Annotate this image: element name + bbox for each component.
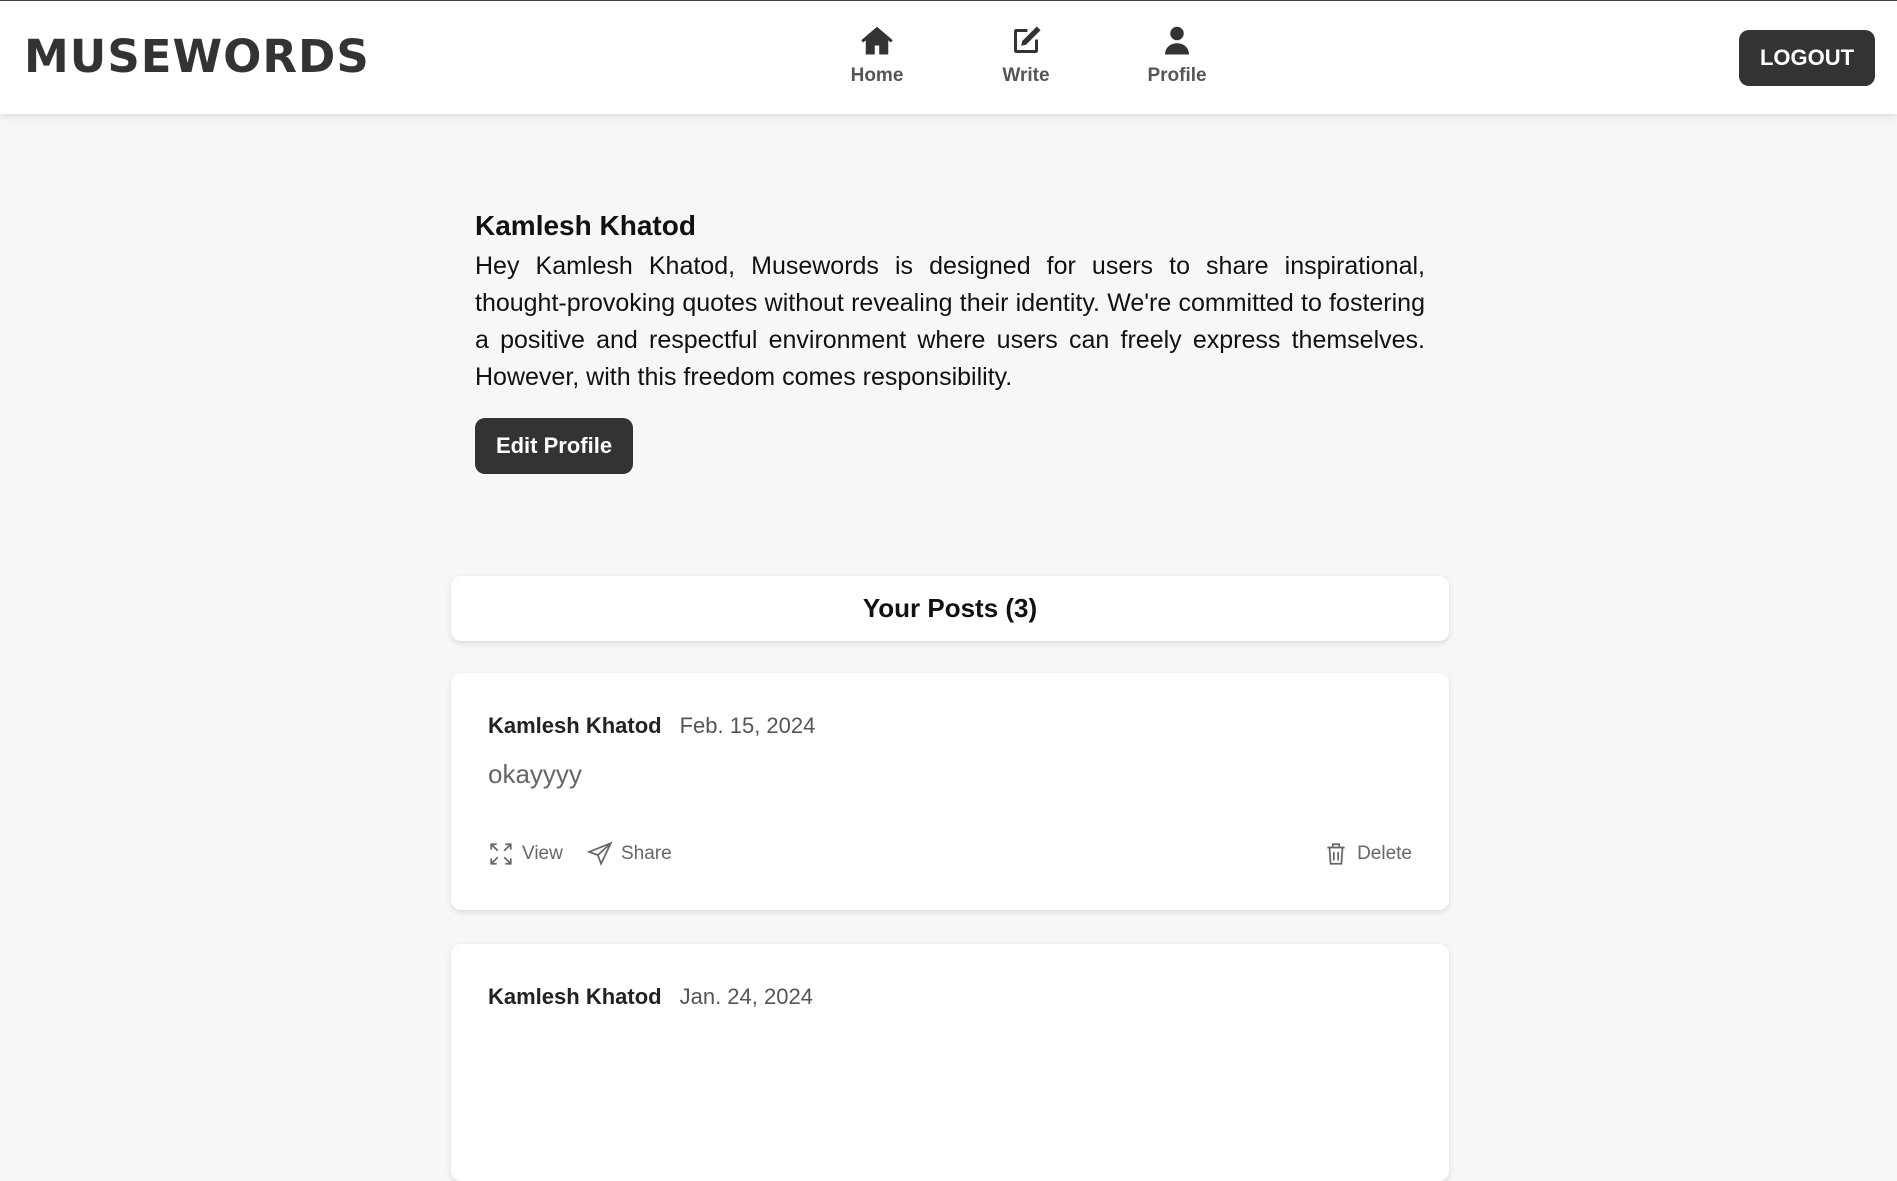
nav-label-home: Home xyxy=(850,65,904,86)
nav-label-profile: Profile xyxy=(1147,65,1207,86)
post-date: Feb. 15, 2024 xyxy=(679,713,816,738)
nav-item-write[interactable]: Write xyxy=(971,23,1081,87)
expand-icon xyxy=(490,843,512,865)
home-icon xyxy=(861,26,893,55)
edit-profile-button[interactable]: Edit Profile xyxy=(475,418,633,474)
profile-section: Kamlesh Khatod Hey Kamlesh Khatod, Musew… xyxy=(475,208,1425,474)
post-author: Kamlesh Khatod xyxy=(488,984,662,1009)
nav-label-write: Write xyxy=(1002,65,1050,86)
post-card: Kamlesh Khatod Jan. 24, 2024 xyxy=(451,944,1449,1181)
post-text: okayyyy xyxy=(488,759,582,789)
post-meta: Kamlesh Khatod Jan. 24, 2024 xyxy=(488,984,813,1010)
send-icon xyxy=(587,841,613,866)
view-label: View xyxy=(522,843,563,864)
delete-button[interactable]: Delete xyxy=(1323,841,1412,867)
profile-bio: Hey Kamlesh Khatod, Musewords is designe… xyxy=(475,252,1425,391)
share-label: Share xyxy=(621,843,672,864)
post-actions: View Share Delete xyxy=(488,841,1412,871)
post-card: Kamlesh Khatod Feb. 15, 2024 okayyyy Vie… xyxy=(451,673,1449,910)
nav-item-home[interactable]: Home xyxy=(822,23,932,87)
nav-item-profile[interactable]: Profile xyxy=(1122,23,1232,87)
edit-icon xyxy=(1014,26,1041,53)
post-author: Kamlesh Khatod xyxy=(488,713,662,738)
logout-button[interactable]: LOGOUT xyxy=(1739,30,1875,86)
trash-icon xyxy=(1327,843,1345,865)
delete-label: Delete xyxy=(1357,843,1412,864)
post-date: Jan. 24, 2024 xyxy=(679,984,813,1009)
posts-header: Your Posts (3) xyxy=(451,576,1449,641)
logo[interactable]: MUSEWORDS xyxy=(24,31,370,83)
top-navbar: MUSEWORDS Home Write Profile LOGOUT xyxy=(0,0,1897,114)
share-button[interactable]: Share xyxy=(587,841,672,867)
post-meta: Kamlesh Khatod Feb. 15, 2024 xyxy=(488,713,815,739)
user-icon xyxy=(1165,26,1189,55)
view-button[interactable]: View xyxy=(488,841,563,867)
profile-name: Kamlesh Khatod xyxy=(475,210,696,241)
